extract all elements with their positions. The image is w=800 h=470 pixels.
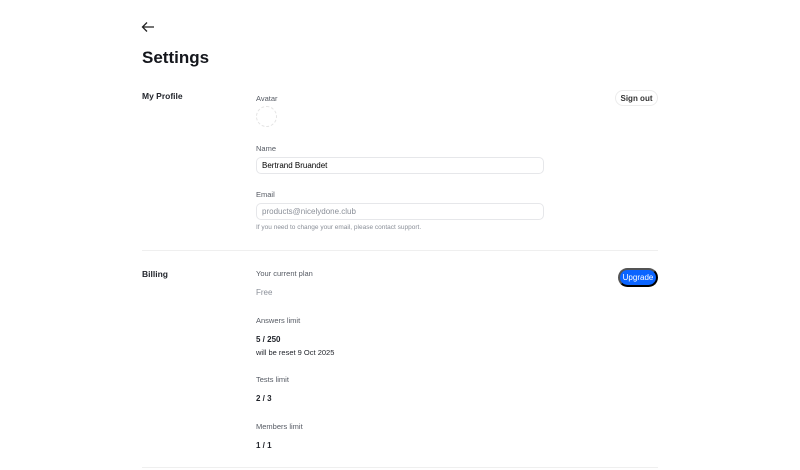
answers-limit-label: Answers limit [256,316,301,325]
back-arrow-icon[interactable] [141,20,155,34]
name-input[interactable] [256,157,544,174]
answers-limit-value: 5 / 250 [256,335,281,344]
profile-section-title: My Profile [142,91,183,101]
answers-reset-text: will be reset 9 Oct 2025 [256,348,335,357]
upgrade-button[interactable]: Upgrade [618,268,658,287]
billing-section-title: Billing [142,269,168,279]
email-field: products@nicelydone.club [256,203,544,220]
plan-label: Your current plan [256,269,313,278]
tests-limit-label: Tests limit [256,375,289,384]
name-label: Name [256,144,277,153]
tests-limit-value: 2 / 3 [256,394,272,403]
avatar-label: Avatar [256,94,278,103]
plan-value: Free [256,288,273,297]
sign-out-button[interactable]: Sign out [615,90,658,106]
email-help-text: If you need to change your email, please… [256,224,422,231]
page-title: Settings [142,48,210,67]
members-limit-label: Members limit [256,422,303,431]
avatar[interactable] [256,106,277,127]
divider [142,467,658,468]
members-limit-value: 1 / 1 [256,441,272,450]
divider [142,250,658,251]
email-label: Email [256,190,275,199]
